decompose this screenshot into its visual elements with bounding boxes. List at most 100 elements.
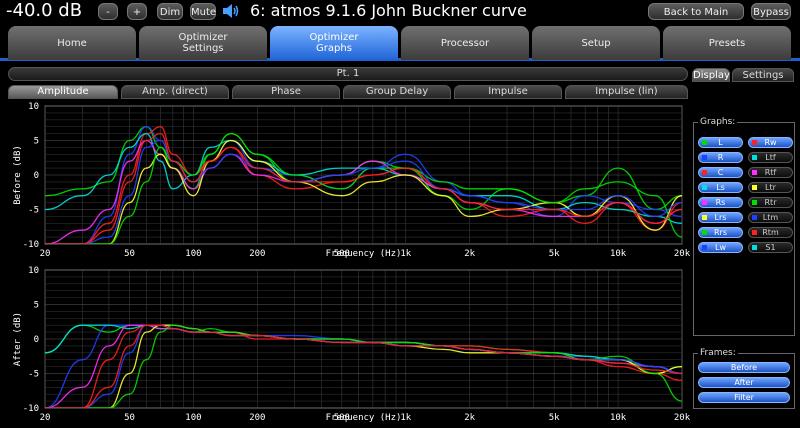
graph-toggle-label: Rs — [715, 198, 726, 207]
color-swatch — [702, 200, 707, 205]
color-swatch — [752, 245, 757, 250]
volume-readout: -40.0 dB — [6, 0, 83, 21]
graph-toggle-lw[interactable]: Lw — [698, 242, 743, 253]
graph-toggle-rtr[interactable]: Rtr — [748, 197, 793, 208]
y-tick-label: 10 — [28, 266, 39, 276]
x-tick-label: 200 — [249, 413, 265, 423]
graph-toggle-label: Ls — [716, 183, 725, 192]
graph-toggle-rtm[interactable]: Rtm — [748, 227, 793, 238]
frame-filter-button[interactable]: Filter — [698, 392, 790, 403]
y-tick-label: 0 — [34, 171, 39, 181]
dim-button[interactable]: Dim — [157, 3, 183, 20]
tab-settings[interactable]: Settings — [732, 68, 794, 82]
x-tick-label: 50 — [124, 249, 135, 259]
y-axis-label: After (dB) — [13, 312, 23, 366]
right-panel: Display Settings Graphs: L Rw R Ltf C Rtf Ls Lt… — [690, 66, 800, 428]
frame-after-button[interactable]: After — [698, 377, 790, 388]
x-tick-label: 200 — [249, 249, 265, 259]
x-tick-label: 50 — [124, 413, 135, 423]
color-swatch — [752, 215, 757, 220]
graph-toggle-label: Rrs — [713, 228, 727, 237]
graph-toggle-r[interactable]: R — [698, 152, 743, 163]
tab-amp-direct[interactable]: Amp. (direct) — [121, 85, 229, 99]
x-axis-label: Frequency (Hz) — [326, 413, 402, 423]
x-tick-label: 2k — [464, 413, 475, 423]
y-tick-label: 0 — [34, 335, 39, 345]
color-swatch — [702, 215, 707, 220]
graph-toggle-rw[interactable]: Rw — [748, 137, 793, 148]
volume-up-button[interactable]: + — [127, 3, 147, 20]
tab-amplitude[interactable]: Amplitude — [8, 85, 118, 99]
graph-toggle-ltf[interactable]: Ltf — [748, 152, 793, 163]
x-tick-label: 20k — [674, 413, 690, 423]
tab-setup[interactable]: Setup — [532, 26, 660, 60]
graph-toggle-label: R — [717, 153, 724, 162]
frames-group: Frames: Before After Filter — [693, 348, 795, 409]
graph-toggle-label: Rtr — [764, 198, 777, 207]
tab-presets[interactable]: Presets — [663, 26, 791, 60]
tab-group-delay[interactable]: Group Delay — [343, 85, 451, 99]
point-selector[interactable]: Pt. 1 — [8, 67, 688, 81]
graph-toggle-label: S1 — [765, 243, 776, 252]
graph-toggle-l[interactable]: L — [698, 137, 743, 148]
tab-optimizer-graphs[interactable]: Optimizer Graphs — [270, 26, 398, 60]
x-tick-label: 5k — [549, 249, 560, 259]
frames-label: Frames: — [698, 348, 738, 358]
graph-toggle-c[interactable]: C — [698, 167, 743, 178]
tab-phase[interactable]: Phase — [232, 85, 340, 99]
speaker-icon[interactable] — [221, 2, 241, 20]
graph-toggle-rrs[interactable]: Rrs — [698, 227, 743, 238]
x-tick-label: 10k — [610, 249, 627, 259]
y-tick-label: 5 — [34, 301, 39, 311]
frame-before-button[interactable]: Before — [698, 362, 790, 373]
tab-processor[interactable]: Processor — [401, 26, 529, 60]
x-tick-label: 5k — [549, 413, 560, 423]
graph-toggle-rs[interactable]: Rs — [698, 197, 743, 208]
graph-toggle-label: C — [717, 168, 724, 177]
y-tick-label: -5 — [28, 370, 39, 380]
tab-impulse-lin[interactable]: Impulse (lin) — [565, 85, 688, 99]
x-tick-label: 20 — [40, 413, 51, 423]
graphs-label: Graphs: — [698, 117, 738, 127]
graph-toggle-rtf[interactable]: Rtf — [748, 167, 793, 178]
color-swatch — [702, 230, 707, 235]
after-chart[interactable]: 20 50 100 200 500 1k 2k 5k 10k 20k1050-5-10Freque… — [0, 264, 690, 428]
graph-toggle-ltm[interactable]: Ltm — [748, 212, 793, 223]
graph-type-tabs: Amplitude Amp. (direct) Phase Group Dela… — [8, 85, 688, 99]
graph-toggle-label: L — [718, 138, 723, 147]
back-to-main-button[interactable]: Back to Main Screen — [648, 3, 744, 35]
x-tick-label: 1k — [400, 249, 411, 259]
y-tick-label: 10 — [28, 102, 39, 112]
tab-display[interactable]: Display — [692, 68, 730, 82]
volume-down-button[interactable]: - — [98, 3, 118, 20]
preset-title: 6: atmos 9.1.6 John Buckner curve — [250, 1, 527, 20]
graph-toggle-label: Rw — [764, 138, 777, 147]
before-chart[interactable]: 20 50 100 200 500 1k 2k 5k 10k 20k1050-5-10Freque… — [0, 100, 690, 264]
graph-toggle-label: Lw — [715, 243, 726, 252]
x-tick-label: 2k — [464, 249, 475, 259]
color-swatch — [702, 170, 707, 175]
y-tick-label: -10 — [23, 240, 39, 250]
bypass-button[interactable]: Bypass — [751, 3, 791, 20]
tab-optimizer-settings-label: Optimizer Settings — [178, 32, 228, 54]
top-bar: -40.0 dB - + Dim Mute 6: atmos 9.1.6 Joh… — [0, 0, 800, 35]
graph-toggle-label: Ltr — [765, 183, 776, 192]
graph-toggle-s1[interactable]: S1 — [748, 242, 793, 253]
x-axis-label: Frequency (Hz) — [326, 249, 402, 259]
mute-button[interactable]: Mute — [190, 3, 216, 20]
tab-home[interactable]: Home — [8, 26, 136, 60]
y-tick-label: 5 — [34, 137, 39, 147]
graph-toggle-lrs[interactable]: Lrs — [698, 212, 743, 223]
color-swatch — [702, 140, 707, 145]
graph-toggle-ls[interactable]: Ls — [698, 182, 743, 193]
color-swatch — [702, 155, 707, 160]
graph-toggle-label: Lrs — [714, 213, 727, 222]
x-tick-label: 20 — [40, 249, 51, 259]
color-swatch — [702, 245, 707, 250]
tab-impulse[interactable]: Impulse — [454, 85, 562, 99]
graph-toggle-label: Ltf — [765, 153, 776, 162]
graphs-group: Graphs: L Rw R Ltf C Rtf Ls Ltr Rs Rtr Lrs Ltm Rrs Rt… — [693, 117, 795, 336]
color-swatch — [752, 200, 757, 205]
graph-toggle-ltr[interactable]: Ltr — [748, 182, 793, 193]
tab-optimizer-settings[interactable]: Optimizer Settings — [139, 26, 267, 60]
